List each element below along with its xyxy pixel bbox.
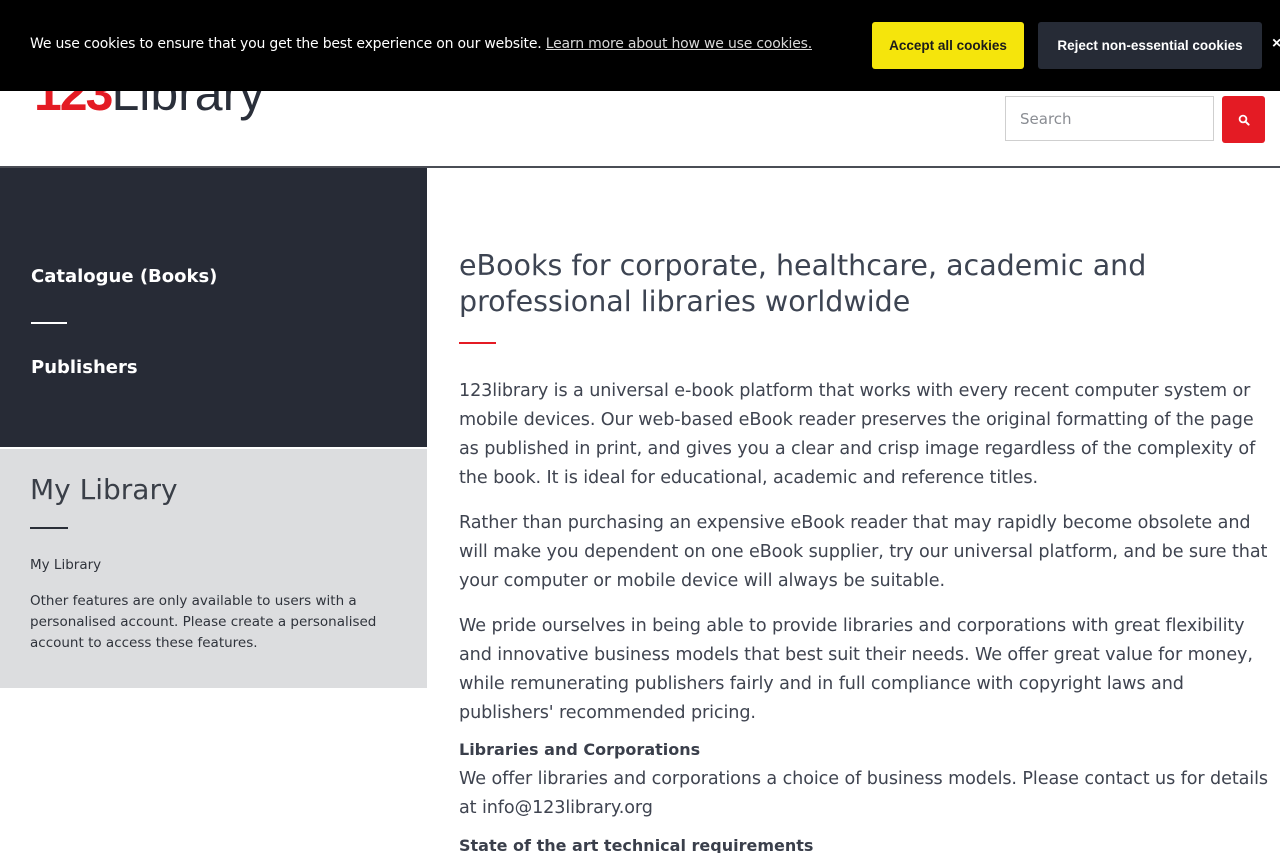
reject-cookies-button[interactable]: Reject non-essential cookies: [1038, 22, 1262, 69]
tech-heading: State of the art technical requirements: [459, 836, 814, 853]
search-input[interactable]: [1005, 96, 1214, 141]
accept-cookies-button[interactable]: Accept all cookies: [872, 22, 1024, 69]
my-library-panel: My Library My Library Other features are…: [0, 449, 427, 688]
intro-paragraph: 123library is a universal e-book platfor…: [459, 381, 1256, 488]
cookie-message: We use cookies to ensure that you get th…: [30, 36, 812, 52]
libraries-heading: Libraries and Corporations: [459, 740, 701, 759]
sidebar-item-publishers[interactable]: Publishers: [31, 357, 138, 378]
my-library-note: Other features are only available to use…: [30, 593, 377, 651]
main-content: eBooks for corporate, healthcare, academ…: [459, 248, 1271, 853]
nav-divider: [31, 322, 67, 324]
my-library-title: My Library: [30, 473, 178, 506]
libraries-paragraph: We offer libraries and corporations a ch…: [459, 769, 1268, 818]
sidebar-item-catalogue[interactable]: Catalogue (Books): [31, 266, 217, 287]
close-icon[interactable]: ×: [1272, 35, 1280, 53]
my-library-divider: [30, 527, 68, 529]
page-title: eBooks for corporate, healthcare, academ…: [459, 249, 1147, 318]
cookie-message-text: We use cookies to ensure that you get th…: [30, 36, 542, 52]
search-button[interactable]: [1222, 96, 1265, 143]
my-library-link[interactable]: My Library: [30, 557, 101, 573]
business-paragraph: We pride ourselves in being able to prov…: [459, 616, 1253, 723]
cookie-banner: We use cookies to ensure that you get th…: [0, 0, 1280, 91]
title-accent-line: [459, 342, 496, 344]
sidebar-nav: Catalogue (Books) Publishers: [0, 168, 427, 447]
reader-paragraph: Rather than purchasing an expensive eBoo…: [459, 513, 1268, 591]
cookie-learn-more-link[interactable]: Learn more about how we use cookies.: [546, 36, 812, 52]
search-icon: [1238, 114, 1250, 126]
